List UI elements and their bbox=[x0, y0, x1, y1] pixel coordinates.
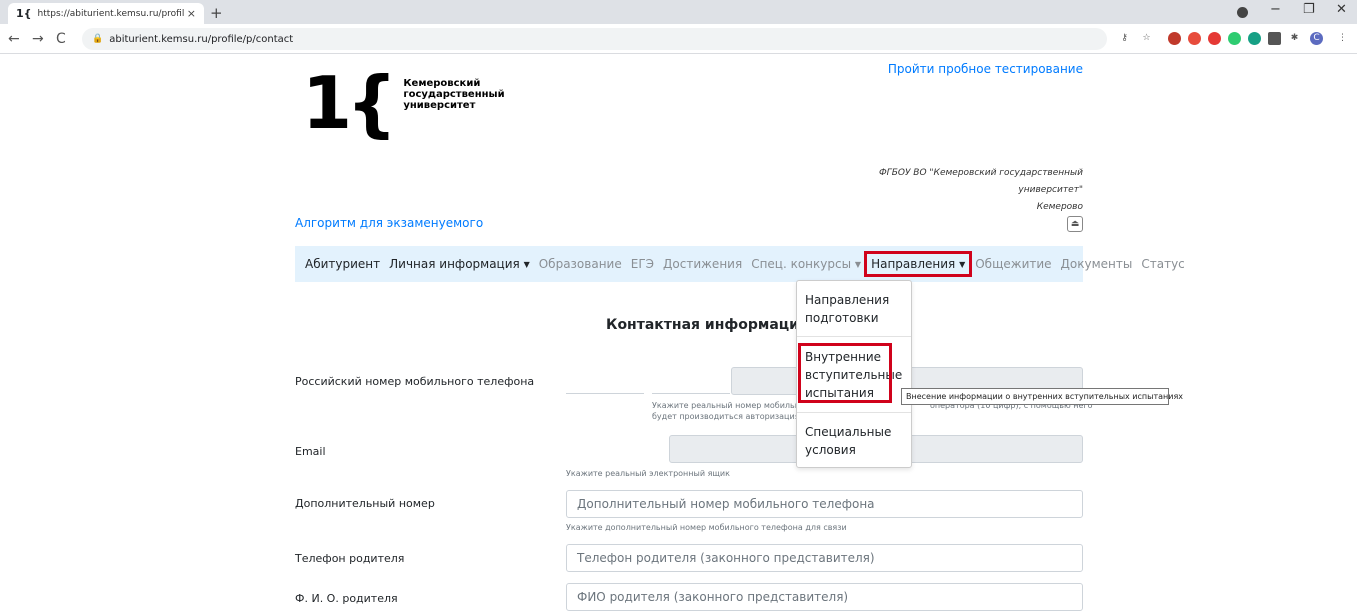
nav-special-contests[interactable]: Спец. конкурсы ▼ bbox=[751, 257, 861, 271]
address-bar-row: ← → C 🔒 abiturient.kemsu.ru/profile/p/co… bbox=[0, 24, 1357, 54]
phone-label: Российский номер мобильного телефона bbox=[295, 375, 535, 388]
new-tab-button[interactable]: + bbox=[210, 4, 223, 22]
main-navbar: Абитуриент Личная информация ▼ Образован… bbox=[295, 246, 1185, 282]
logo-line-1: Кемеровский bbox=[403, 77, 481, 89]
extra-phone-help: Укажите дополнительный номер мобильного … bbox=[566, 523, 847, 532]
profile-indicator-icon[interactable] bbox=[1237, 7, 1248, 18]
forward-button[interactable]: → bbox=[32, 31, 44, 47]
parent-phone-input[interactable]: Телефон родителя (законного представител… bbox=[566, 544, 1083, 572]
dropdown-item-special-conditions[interactable]: Специальные условия bbox=[805, 423, 891, 459]
extra-phone-input[interactable]: Дополнительный номер мобильного телефона bbox=[566, 490, 1083, 518]
dd-item3-line2: условия bbox=[805, 443, 856, 457]
favicon-icon: 1{ bbox=[16, 7, 32, 20]
logo-line-3: университет bbox=[403, 99, 476, 111]
extension-1-icon[interactable] bbox=[1168, 32, 1181, 45]
extensions-puzzle-icon[interactable]: ✱ bbox=[1288, 32, 1301, 45]
nav-directions-label: Направления bbox=[871, 257, 956, 271]
dropdown-item-training-directions[interactable]: Направления подготовки bbox=[805, 291, 889, 327]
parent-name-input[interactable]: ФИО родителя (законного представителя) bbox=[566, 583, 1083, 611]
extension-2-icon[interactable] bbox=[1188, 32, 1201, 45]
dropdown-divider bbox=[797, 412, 911, 413]
caret-down-icon: ▼ bbox=[959, 260, 966, 269]
close-window-button[interactable]: ✕ bbox=[1336, 2, 1347, 17]
nav-personal-info[interactable]: Личная информация ▼ bbox=[389, 257, 530, 271]
nav-achievements[interactable]: Достижения bbox=[663, 257, 742, 271]
logo-line-2: государственный bbox=[403, 88, 505, 100]
dd-item1-line1: Направления bbox=[805, 293, 890, 307]
url-field[interactable]: 🔒 abiturient.kemsu.ru/profile/p/contact bbox=[82, 28, 1107, 50]
nav-personal-info-label: Личная информация bbox=[389, 257, 520, 271]
nav-documents[interactable]: Документы bbox=[1061, 257, 1133, 271]
restore-button[interactable]: ❐ bbox=[1303, 2, 1315, 17]
phone-help-1: Укажите реальный номер мобильн bbox=[652, 401, 800, 410]
browser-tab[interactable]: 1{ https://abiturient.kemsu.ru/profil × bbox=[8, 3, 204, 24]
dd-item1-line2: подготовки bbox=[805, 311, 879, 325]
tab-close-icon[interactable]: × bbox=[187, 7, 196, 20]
organization-info: ФГБОУ ВО "Кемеровский государственный ун… bbox=[853, 165, 1083, 216]
logout-icon[interactable]: ⏏ bbox=[1067, 216, 1083, 232]
tab-title: https://abiturient.kemsu.ru/profil bbox=[37, 8, 185, 19]
extension-6-icon[interactable] bbox=[1268, 32, 1281, 45]
org-line-2: университет" bbox=[1018, 185, 1083, 195]
parent-name-label: Ф. И. О. родителя bbox=[295, 592, 398, 605]
nav-directions[interactable]: Направления ▼ bbox=[864, 251, 973, 277]
algorithm-link[interactable]: Алгоритм для экзаменуемого bbox=[295, 216, 483, 230]
dropdown-divider bbox=[797, 336, 911, 337]
org-line-3: Кемерово bbox=[1036, 202, 1083, 212]
nav-special-contests-label: Спец. конкурсы bbox=[751, 257, 852, 271]
extension-4-icon[interactable] bbox=[1228, 32, 1241, 45]
minimize-button[interactable]: − bbox=[1270, 2, 1281, 17]
nav-status[interactable]: Статус bbox=[1141, 257, 1184, 271]
nav-ege[interactable]: ЕГЭ bbox=[631, 257, 654, 271]
university-logo[interactable]: 1{ Кемеровский государственный университ… bbox=[302, 61, 505, 145]
page-title: Контактная информация bbox=[606, 317, 808, 333]
tooltip: Внесение информации о внутренних вступит… bbox=[901, 388, 1183, 405]
trial-test-link[interactable]: Пройти пробное тестирование bbox=[888, 62, 1083, 76]
email-label: Email bbox=[295, 445, 326, 458]
menu-kebab-icon[interactable]: ⋮ bbox=[1336, 32, 1349, 45]
caret-down-icon: ▼ bbox=[854, 260, 862, 269]
browser-tabbar: 1{ https://abiturient.kemsu.ru/profil × … bbox=[0, 0, 1357, 24]
phone-code-field[interactable] bbox=[566, 368, 644, 394]
phone-help-2: будет производиться авторизация bbox=[652, 412, 800, 421]
extension-3-icon[interactable] bbox=[1208, 32, 1221, 45]
dd-item3-line1: Специальные bbox=[805, 425, 892, 439]
url-text: abiturient.kemsu.ru/profile/p/contact bbox=[109, 33, 294, 45]
nav-dormitory[interactable]: Общежитие bbox=[975, 257, 1051, 271]
extra-phone-label: Дополнительный номер bbox=[295, 497, 435, 510]
parent-phone-label: Телефон родителя bbox=[295, 552, 405, 565]
nav-applicant[interactable]: Абитуриент bbox=[305, 257, 380, 271]
caret-down-icon: ▼ bbox=[523, 260, 530, 269]
logo-mark: 1{ bbox=[302, 61, 397, 145]
org-line-1: ФГБОУ ВО "Кемеровский государственный bbox=[878, 168, 1083, 178]
extension-5-icon[interactable] bbox=[1248, 32, 1261, 45]
nav-education[interactable]: Образование bbox=[539, 257, 622, 271]
logo-text: Кемеровский государственный университет bbox=[403, 78, 504, 111]
email-help: Укажите реальный электронный ящик bbox=[566, 469, 730, 478]
phone-operator-field[interactable] bbox=[652, 368, 730, 394]
highlight-box bbox=[798, 343, 892, 403]
reload-button[interactable]: C bbox=[56, 31, 66, 47]
profile-avatar-icon[interactable]: C bbox=[1310, 32, 1323, 45]
bookmark-star-icon[interactable]: ☆ bbox=[1140, 32, 1153, 45]
key-icon[interactable]: ⚷ bbox=[1118, 32, 1131, 45]
lock-icon: 🔒 bbox=[92, 34, 104, 44]
back-button[interactable]: ← bbox=[8, 31, 20, 47]
